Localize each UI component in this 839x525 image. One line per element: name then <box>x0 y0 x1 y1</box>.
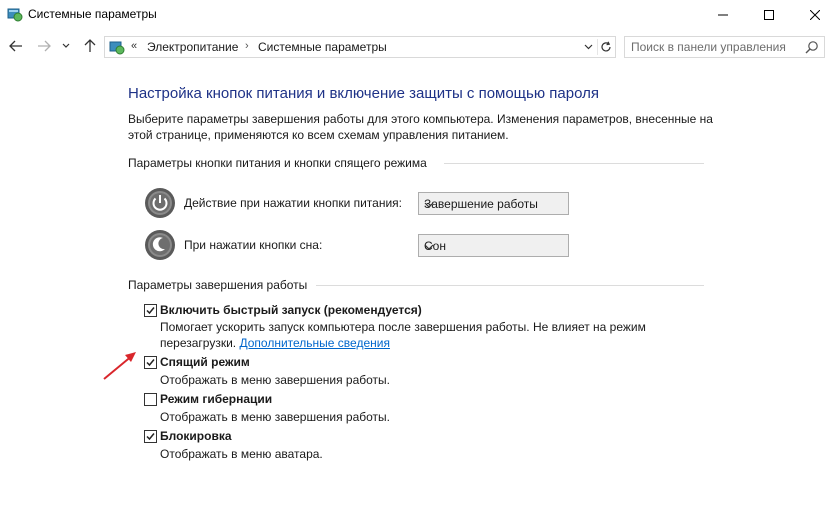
fast-startup-description-text: Помогает ускорить запуск компьютера посл… <box>160 320 646 350</box>
sleep-button-action-select[interactable]: Сон <box>418 234 569 257</box>
search-icon[interactable] <box>805 40 819 54</box>
hibernate-label[interactable]: Режим гибернации <box>160 392 272 406</box>
lock-label[interactable]: Блокировка <box>160 429 232 443</box>
control-panel-icon <box>109 39 125 55</box>
back-button[interactable] <box>6 36 26 56</box>
search-input[interactable] <box>631 39 796 55</box>
navigation-bar: « Электропитание › Системные параметры <box>0 32 839 60</box>
chevron-down-icon <box>424 199 434 209</box>
refresh-button[interactable] <box>597 39 613 55</box>
breadcrumb-system-settings[interactable]: Системные параметры <box>258 40 387 54</box>
hibernate-checkbox[interactable] <box>144 393 157 406</box>
recent-locations-dropdown[interactable] <box>60 36 72 56</box>
group-divider <box>316 285 704 286</box>
control-panel-icon <box>7 6 23 22</box>
sleep-description: Отображать в меню завершения работы. <box>160 373 391 387</box>
minimize-button[interactable] <box>700 0 746 29</box>
red-arrow-annotation-icon <box>103 352 136 380</box>
power-button-icon <box>144 187 176 219</box>
lock-description: Отображать в меню аватара. <box>160 447 323 461</box>
breadcrumb-separator[interactable]: › <box>245 40 249 52</box>
breadcrumb-power-options[interactable]: Электропитание <box>147 40 238 54</box>
group-divider <box>444 163 704 164</box>
shutdown-group-title: Параметры завершения работы <box>128 278 308 292</box>
address-dropdown-button[interactable] <box>581 40 595 54</box>
fast-startup-description: Помогает ускорить запуск компьютера посл… <box>160 319 720 351</box>
sleep-button-action-label: При нажатии кнопки сна: <box>184 238 323 252</box>
window-title: Системные параметры <box>28 7 157 21</box>
main-content: Настройка кнопок питания и включение защ… <box>0 60 839 525</box>
sleep-label[interactable]: Спящий режим <box>160 355 250 369</box>
forward-button[interactable] <box>34 36 54 56</box>
sleep-button-icon <box>144 229 176 261</box>
fast-startup-checkbox[interactable] <box>144 304 157 317</box>
more-info-link[interactable]: Дополнительные сведения <box>239 336 389 350</box>
power-button-action-select[interactable]: Завершение работы <box>418 192 569 215</box>
power-buttons-group-title: Параметры кнопки питания и кнопки спящег… <box>128 156 427 170</box>
power-button-action-label: Действие при нажатии кнопки питания: <box>184 196 403 210</box>
page-description: Выберите параметры завершения работы для… <box>128 112 713 142</box>
power-button-action-value: Завершение работы <box>424 197 538 211</box>
page-title: Настройка кнопок питания и включение защ… <box>128 85 599 102</box>
lock-checkbox[interactable] <box>144 430 157 443</box>
fast-startup-label[interactable]: Включить быстрый запуск (рекомендуется) <box>160 303 422 317</box>
maximize-button[interactable] <box>746 0 792 29</box>
title-bar: Системные параметры <box>0 0 839 30</box>
hibernate-description: Отображать в меню завершения работы. <box>160 410 391 424</box>
sleep-checkbox[interactable] <box>144 356 157 369</box>
up-button[interactable] <box>80 36 100 56</box>
search-box[interactable] <box>624 36 825 58</box>
chevron-down-icon <box>424 241 434 251</box>
close-button[interactable] <box>792 0 838 29</box>
breadcrumb-overflow[interactable]: « <box>131 40 137 52</box>
address-bar[interactable]: « Электропитание › Системные параметры <box>104 36 616 58</box>
